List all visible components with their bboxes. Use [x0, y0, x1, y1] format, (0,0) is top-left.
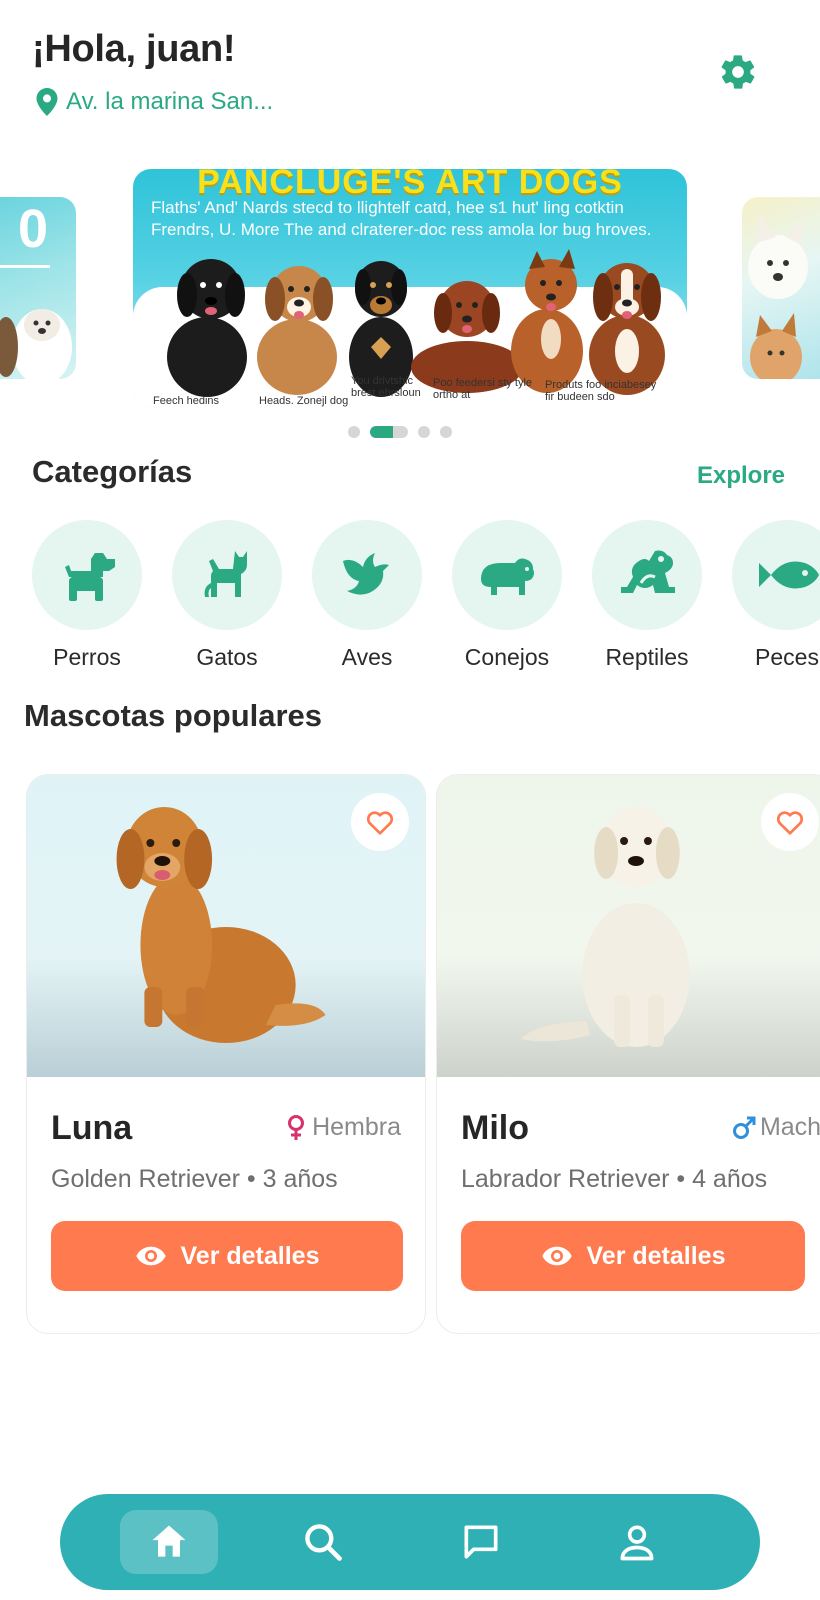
carousel-dot[interactable] — [348, 426, 360, 438]
pet-name: Luna — [51, 1109, 133, 1147]
carousel-dot-active[interactable] — [370, 426, 408, 438]
category-conejos[interactable]: Conejos — [452, 520, 562, 671]
category-circle — [312, 520, 422, 630]
greeting-title: ¡Hola, juan! — [32, 28, 236, 70]
view-details-label: Ver detalles — [180, 1241, 320, 1270]
banner-next[interactable] — [742, 197, 820, 379]
cat-icon — [204, 551, 247, 597]
view-details-button[interactable]: Ver detalles — [51, 1221, 403, 1291]
hippo-icon — [481, 558, 534, 595]
banner-next-image — [748, 215, 808, 379]
location-selector[interactable]: Av. la marina San... — [36, 88, 273, 116]
eye-icon — [541, 1246, 572, 1266]
promo-carousel[interactable]: 0 PANCLUGE'S ART DOGS Flaths' And' Nards… — [0, 165, 820, 410]
banner-previous[interactable]: 0 — [0, 197, 76, 379]
category-circle — [732, 520, 820, 630]
categories-title: Categorías — [32, 454, 193, 489]
banner-caption-4: Poo feedersi sty tyle ortho at — [433, 377, 533, 401]
carousel-indicator — [348, 426, 452, 438]
home-icon — [152, 1525, 186, 1557]
favorite-button[interactable] — [351, 793, 409, 851]
pet-card-luna[interactable]: Luna Hembra Golden Retriever • 3 años Ve… — [26, 774, 426, 1334]
bird-icon — [343, 553, 389, 595]
category-perros[interactable]: Perros — [32, 520, 142, 671]
location-pin-icon — [36, 88, 58, 116]
heart-icon — [367, 811, 393, 835]
popular-pets-list: Luna Hembra Golden Retriever • 3 años Ve… — [0, 774, 820, 1334]
pet-breed-age: Labrador Retriever • 4 años — [461, 1165, 768, 1193]
pet-sex: Hembra — [284, 1113, 401, 1142]
search-icon — [305, 1524, 342, 1561]
location-text: Av. la marina San... — [66, 88, 274, 115]
popular-title: Mascotas populares — [24, 698, 323, 733]
bottom-navigation — [60, 1494, 760, 1590]
category-label: Peces — [755, 644, 819, 670]
category-aves[interactable]: Aves — [312, 520, 422, 671]
svg-text:0: 0 — [18, 199, 48, 259]
banner-caption-3: You drivtshic brest ehrsloun — [351, 375, 421, 399]
category-circle — [592, 520, 702, 630]
nav-chat[interactable] — [432, 1510, 530, 1574]
dog-icon — [65, 553, 115, 601]
eye-icon — [135, 1246, 166, 1266]
banner-caption-1: Feech hedins — [153, 395, 220, 407]
banner-text: Flaths' And' Nards stecd to llightelf ca… — [151, 198, 652, 239]
banner-previous-image: 0 — [0, 199, 72, 379]
pet-sex-label: Macho — [759, 1113, 820, 1141]
favorite-button[interactable] — [761, 793, 819, 851]
category-label: Aves — [341, 644, 393, 670]
pet-sex-label: Hembra — [312, 1113, 401, 1141]
female-icon — [288, 1114, 305, 1140]
carousel-dot[interactable] — [440, 426, 452, 438]
category-gatos[interactable]: Gatos — [172, 520, 282, 671]
frog-icon — [621, 550, 675, 593]
banner-caption-2: Heads. Zonejl dog — [259, 395, 349, 407]
carousel-dot[interactable] — [418, 426, 430, 438]
category-label: Perros — [53, 644, 121, 670]
category-reptiles[interactable]: Reptiles — [592, 520, 702, 671]
nav-profile[interactable] — [588, 1510, 686, 1574]
category-circle — [172, 520, 282, 630]
banner-main[interactable]: PANCLUGE'S ART DOGS Flaths' And' Nards s… — [133, 169, 687, 407]
gear-icon — [721, 55, 755, 89]
settings-button[interactable] — [716, 50, 760, 94]
category-circle — [32, 520, 142, 630]
chat-icon — [464, 1525, 498, 1559]
pet-sex: Macho — [732, 1113, 820, 1142]
heart-icon — [777, 811, 803, 835]
category-label: Gatos — [196, 644, 258, 670]
nav-search[interactable] — [274, 1510, 372, 1574]
fish-icon — [759, 561, 819, 589]
category-label: Conejos — [464, 644, 550, 670]
pet-name: Milo — [461, 1109, 529, 1147]
category-list: Perros Gatos Aves Conejos Reptiles Peces — [32, 520, 820, 680]
view-details-button[interactable]: Ver detalles — [461, 1221, 805, 1291]
category-peces[interactable]: Peces — [732, 520, 820, 671]
profile-icon — [620, 1525, 654, 1561]
nav-home[interactable] — [120, 1510, 218, 1574]
category-circle — [452, 520, 562, 630]
banner-caption-5: Produts foo inciabesey fir budeen sdo — [545, 379, 657, 403]
view-details-label: Ver detalles — [586, 1241, 726, 1270]
male-icon — [732, 1116, 756, 1139]
pet-breed-age: Golden Retriever • 3 años — [51, 1165, 338, 1193]
explore-link[interactable]: Explore — [697, 462, 785, 490]
category-label: Reptiles — [605, 644, 689, 670]
pet-card-milo[interactable]: Milo Macho Labrador Retriever • 4 años V… — [436, 774, 820, 1334]
